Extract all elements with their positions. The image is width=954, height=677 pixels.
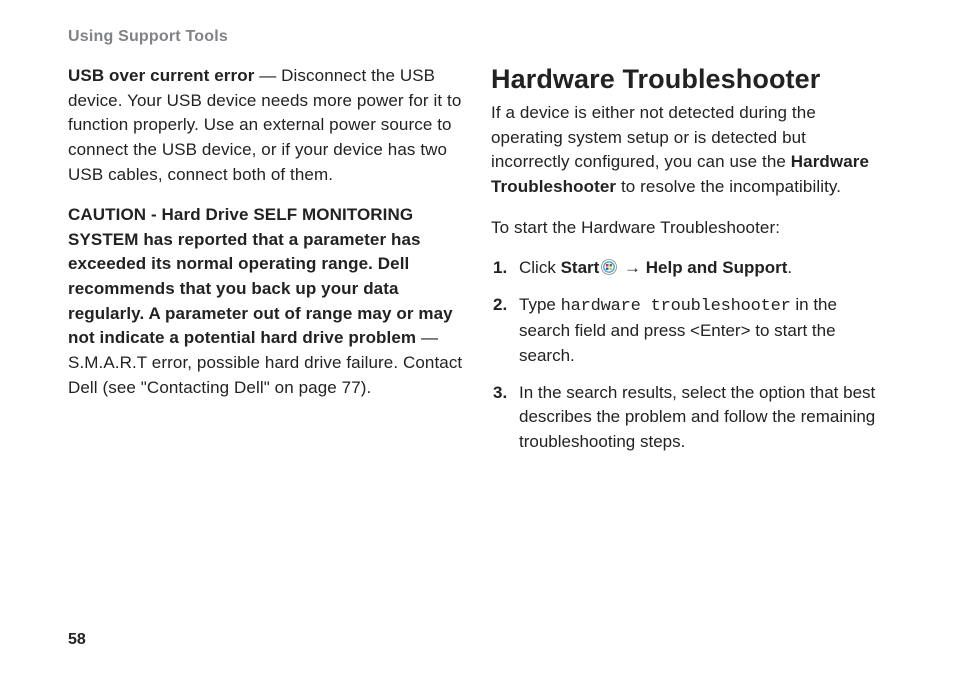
step-2: 2. Type hardware troubleshooter in the s… [491,293,886,369]
step-3-number: 3. [493,381,507,406]
step-2-pre: Type [519,295,561,314]
step-1-number: 1. [493,256,507,281]
usb-error-label: USB over current error [68,66,254,85]
hardware-troubleshooter-heading: Hardware Troubleshooter [491,64,886,95]
step-2-code: hardware troubleshooter [561,297,791,316]
intro-pre: If a device is either not detected durin… [491,103,816,171]
step-3-text: In the search results, select the option… [519,383,875,451]
two-column-layout: USB over current error — Disconnect the … [68,64,886,467]
step-1-arrow-help: → Help and Support [619,258,787,277]
left-column: USB over current error — Disconnect the … [68,64,463,467]
usb-over-current-error-paragraph: USB over current error — Disconnect the … [68,64,463,187]
windows-start-icon [601,258,617,274]
troubleshooter-steps-list: 1. Click Start → Help and Support. 2. Ty… [491,256,886,454]
intro-post: to resolve the incompatibility. [616,177,841,196]
page: Using Support Tools USB over current err… [0,0,954,677]
step-2-number: 2. [493,293,507,318]
step-1-start: Start [561,258,600,277]
caution-hard-drive-paragraph: CAUTION - Hard Drive SELF MONITORING SYS… [68,203,463,400]
page-number: 58 [68,631,86,649]
page-header-title: Using Support Tools [68,28,886,46]
step-1: 1. Click Start → Help and Support. [491,256,886,281]
troubleshooter-intro-paragraph: If a device is either not detected durin… [491,101,886,200]
step-3: 3. In the search results, select the opt… [491,381,886,455]
right-column: Hardware Troubleshooter If a device is e… [491,64,886,467]
caution-label: CAUTION - Hard Drive SELF MONITORING SYS… [68,205,453,347]
troubleshooter-start-line: To start the Hardware Troubleshooter: [491,216,886,241]
step-1-pre: Click [519,258,561,277]
step-1-post: . [787,258,792,277]
